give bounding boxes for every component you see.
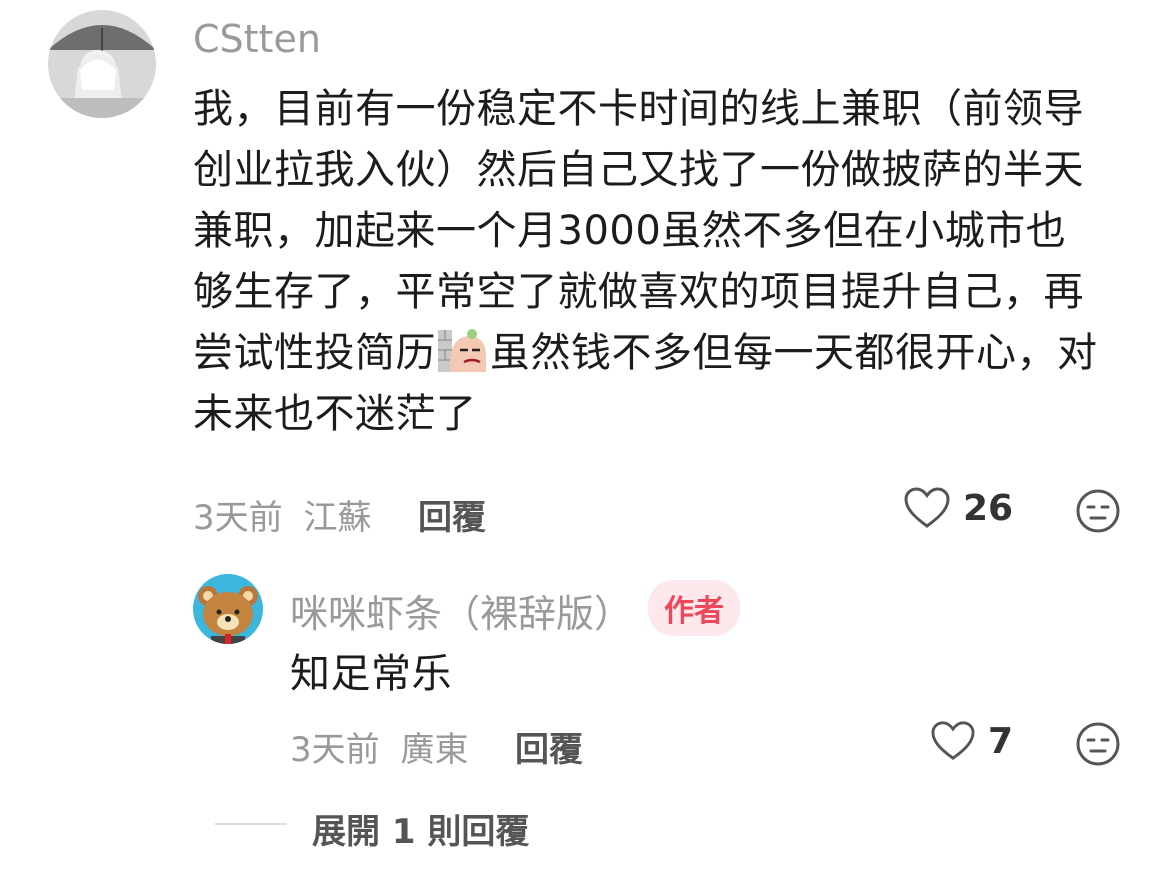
user-avatar[interactable]: [48, 10, 156, 118]
author-badge: 作者: [648, 580, 740, 636]
neutral-face-icon: [1076, 489, 1120, 533]
heart-icon: [904, 487, 950, 528]
girl-umbrella-avatar-icon: [48, 10, 156, 118]
comment-line: 创业拉我入伙）然后自己又找了一份做披萨的半天: [193, 147, 1084, 193]
bear-avatar-icon: [193, 574, 263, 644]
comment-line: 尝试性投简历 虽然钱不多但每一天都很开心，对: [193, 323, 1098, 384]
comment-text: 我，目前有一份稳定不卡时间的线上兼职（前领导 创业拉我入伙）然后自己又找了一份做…: [193, 79, 1098, 445]
reply-like-count: 7: [988, 720, 1014, 762]
comment-location: 江蘇: [303, 498, 372, 538]
reply-time: 3天前: [290, 730, 380, 770]
smug-sticker-icon: [436, 328, 490, 374]
comment-emoji-button[interactable]: [1075, 488, 1121, 538]
reply-meta: 3天前 廣東: [290, 722, 468, 771]
comment-line-5-before: 尝试性投简历: [193, 330, 436, 376]
expand-replies-button[interactable]: 展開 1 則回覆: [312, 804, 529, 853]
reply-location: 廣東: [400, 730, 469, 770]
comment-line-5-after: 虽然钱不多但每一天都很开心，对: [490, 330, 1098, 376]
heart-icon: [931, 721, 975, 760]
comment-like-button[interactable]: 26: [903, 486, 1013, 530]
comment-thread: CStten 我，目前有一份稳定不卡时间的线上兼职（前领导 创业拉我入伙）然后自…: [0, 0, 1170, 877]
comment-line: 未来也不迷茫了: [193, 391, 477, 437]
reply-avatar[interactable]: [193, 574, 263, 644]
reply-text: 知足常乐: [290, 651, 452, 697]
comment-line: 够生存了，平常空了就做喜欢的项目提升自己，再: [193, 269, 1084, 315]
comment-line: 我，目前有一份稳定不卡时间的线上兼职（前领导: [193, 86, 1084, 132]
comment-line: 兼职，加起来一个月3000虽然不多但在小城市也: [193, 208, 1067, 254]
comment-time: 3天前: [193, 498, 283, 538]
comment-like-count: 26: [963, 487, 1014, 529]
expand-divider: [215, 823, 287, 825]
comment-reply-button[interactable]: 回覆: [418, 490, 486, 539]
comment-username[interactable]: CStten: [193, 17, 321, 61]
comment-meta: 3天前 江蘇: [193, 490, 371, 539]
reply-reply-button[interactable]: 回覆: [515, 722, 583, 771]
neutral-face-icon: [1076, 722, 1120, 766]
reply-emoji-button[interactable]: [1075, 721, 1121, 771]
reply-username[interactable]: 咪咪虾条（裸辞版）: [290, 583, 632, 638]
reply-like-button[interactable]: 7: [930, 720, 1013, 762]
